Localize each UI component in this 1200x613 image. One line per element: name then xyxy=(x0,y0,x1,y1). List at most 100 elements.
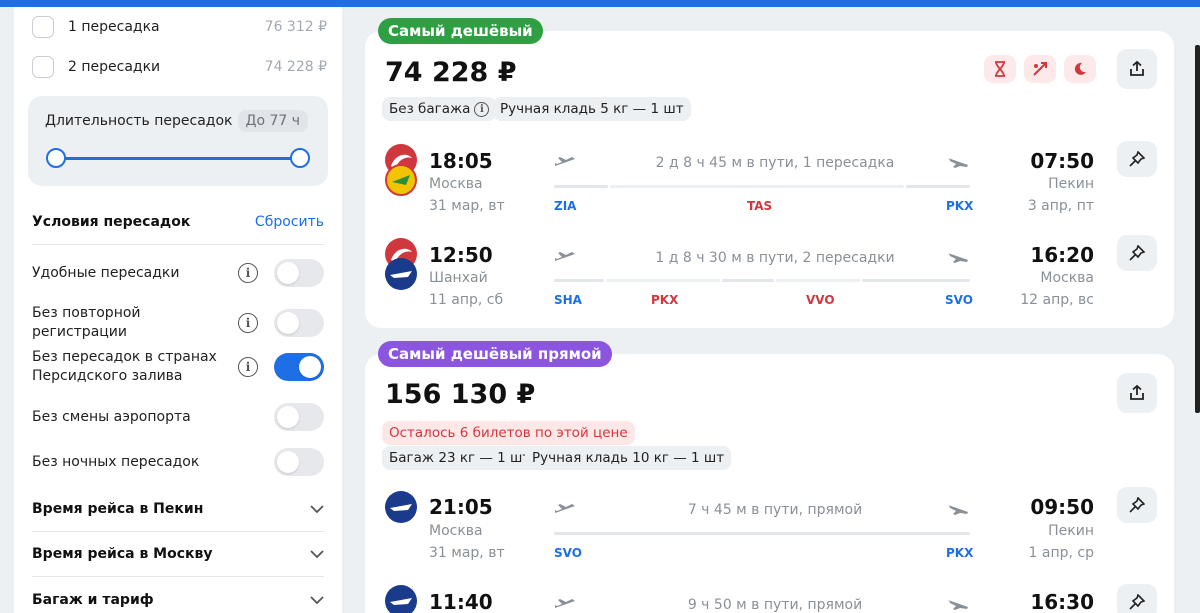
pin-icon xyxy=(1129,497,1145,513)
flight-duration: 2 д 8 ч 45 м в пути, 1 пересадка xyxy=(655,155,895,171)
info-icon[interactable]: i xyxy=(238,357,258,377)
arrival-date: 3 апр, пт xyxy=(1027,198,1094,214)
airport-code: PKX xyxy=(946,546,974,560)
share-icon xyxy=(1130,384,1144,400)
self-transfer-icon[interactable] xyxy=(1024,55,1056,83)
departure-date: 11 апр, сб xyxy=(429,292,504,308)
arrival-date: 1 апр, ср xyxy=(1028,545,1094,561)
toggle-switch[interactable] xyxy=(274,259,324,287)
duration-slider-min-handle[interactable] xyxy=(46,148,66,168)
pin-button[interactable] xyxy=(1117,141,1157,177)
divider xyxy=(32,244,324,245)
info-icon[interactable]: i xyxy=(238,313,258,333)
toggle-label: Без ночных пересадок xyxy=(32,453,200,470)
hand-luggage-chip: Ручная кладь 10 кг — 1 шт xyxy=(525,446,732,470)
departure-city: Москва xyxy=(429,523,483,539)
ticket-card[interactable]: 74 228 ₽ Без багажа i Ручная кладь 5 кг … xyxy=(365,31,1174,328)
baggage-chip: Без багажа i xyxy=(382,97,497,121)
transfer-airport-code: PKX xyxy=(651,293,679,307)
section-label: Время рейса в Пекин xyxy=(32,501,204,517)
takeoff-icon xyxy=(555,252,575,261)
arrival-city: Москва xyxy=(1040,270,1094,286)
info-icon[interactable]: i xyxy=(238,263,258,283)
toggle-row-same-airport[interactable]: Без смены аэропорта xyxy=(32,403,324,431)
hourglass-icon[interactable] xyxy=(984,55,1016,83)
pin-button[interactable] xyxy=(1117,584,1157,613)
pin-button[interactable] xyxy=(1117,487,1157,523)
section-flight-time-beijing[interactable]: Время рейса в Пекин xyxy=(32,501,324,517)
landing-icon xyxy=(948,253,968,263)
cheapest-direct-badge: Самый дешёвый прямой xyxy=(378,341,612,367)
cheapest-badge: Самый дешёвый xyxy=(378,18,543,44)
share-button[interactable] xyxy=(1117,373,1157,413)
duration-slider-track[interactable] xyxy=(56,157,300,160)
departure-city: Москва xyxy=(429,176,483,192)
duration-slider-max-handle[interactable] xyxy=(290,148,310,168)
section-baggage-tariff[interactable]: Багаж и тариф xyxy=(32,592,324,608)
takeoff-icon xyxy=(555,599,575,608)
top-accent-bar xyxy=(0,0,1200,7)
stop-filter-2[interactable]: 2 пересадки 74 228 ₽ xyxy=(32,55,327,79)
hand-luggage-chip: Ручная кладь 5 кг — 1 шт xyxy=(493,97,691,121)
toggle-switch[interactable] xyxy=(274,448,324,476)
airline-logo xyxy=(385,585,417,613)
share-button[interactable] xyxy=(1117,49,1157,89)
toggle-switch[interactable] xyxy=(274,353,324,381)
toggle-switch[interactable] xyxy=(274,403,324,431)
takeoff-icon xyxy=(555,504,575,513)
transfer-airport-code: VVO xyxy=(806,293,835,307)
landing-icon xyxy=(948,505,968,515)
pin-button[interactable] xyxy=(1117,235,1157,271)
baggage-chip: Багаж 23 кг — 1 шт xyxy=(382,446,538,470)
arrival-date: 12 апр, вс xyxy=(1020,292,1094,308)
flight-duration: 9 ч 50 м в пути, прямой xyxy=(687,597,863,613)
landing-icon xyxy=(948,158,968,168)
chevron-down-icon xyxy=(310,596,324,605)
chevron-down-icon xyxy=(310,505,324,514)
section-flight-time-moscow[interactable]: Время рейса в Москву xyxy=(32,546,324,562)
departure-date: 31 мар, вт xyxy=(429,198,505,214)
filters-sidebar: 1 пересадка 76 312 ₽ 2 пересадки 74 228 … xyxy=(14,7,342,613)
airport-code: SVO xyxy=(945,293,973,307)
divider xyxy=(32,531,324,532)
toggle-label: Удобные пересадки xyxy=(32,264,180,281)
arrival-time: 16:30 xyxy=(1030,590,1094,613)
transfer-conditions-title: Условия пересадок xyxy=(32,214,191,230)
airport-code: PKX xyxy=(946,199,974,213)
toggle-label: Без повторной регистрации xyxy=(32,305,141,340)
departure-time: 21:05 xyxy=(429,495,493,519)
airport-code: SHA xyxy=(554,293,582,307)
toggle-row-no-night[interactable]: Без ночных пересадок xyxy=(32,448,324,476)
scrollbar[interactable] xyxy=(1195,45,1200,413)
departure-time: 12:50 xyxy=(429,243,493,267)
info-icon[interactable]: i xyxy=(474,101,490,117)
transfer-duration-value: До 77 ч xyxy=(237,110,308,132)
checkbox[interactable] xyxy=(32,16,54,38)
reset-link[interactable]: Сбросить xyxy=(255,214,324,230)
share-icon xyxy=(1130,60,1144,76)
pin-icon xyxy=(1129,151,1145,167)
toggle-row-convenient[interactable]: Удобные пересадки i xyxy=(32,259,324,287)
stop-filter-label: 1 пересадка xyxy=(68,19,160,35)
stop-filter-1[interactable]: 1 пересадка 76 312 ₽ xyxy=(32,15,327,39)
transfer-duration-filter: Длительность пересадок До 77 ч xyxy=(28,96,328,186)
toggle-switch[interactable] xyxy=(274,309,324,337)
flight-duration: 7 ч 45 м в пути, прямой xyxy=(687,502,863,518)
section-label: Багаж и тариф xyxy=(32,592,154,608)
chip-label: Без багажа xyxy=(389,101,471,117)
stop-filter-label: 2 пересадки xyxy=(68,59,161,75)
chevron-down-icon xyxy=(310,550,324,559)
ticket-card[interactable]: 156 130 ₽ Осталось 6 билетов по этой цен… xyxy=(365,354,1174,613)
night-transfer-icon[interactable] xyxy=(1064,55,1096,83)
transfer-airport-code: TAS xyxy=(747,199,773,213)
airline-logo xyxy=(385,258,417,290)
checkbox[interactable] xyxy=(32,56,54,78)
departure-time: 11:40 xyxy=(429,590,493,613)
landing-icon xyxy=(948,600,968,610)
toggle-row-no-recheck[interactable]: Без повторной регистрации i xyxy=(32,304,324,342)
toggle-row-no-gulf[interactable]: Без пересадок в странах Персидского зали… xyxy=(32,348,324,386)
airline-logo xyxy=(385,491,417,523)
tickets-left-warning: Осталось 6 билетов по этой цене xyxy=(382,421,635,445)
divider xyxy=(32,576,324,577)
airport-code: SVO xyxy=(554,546,582,560)
